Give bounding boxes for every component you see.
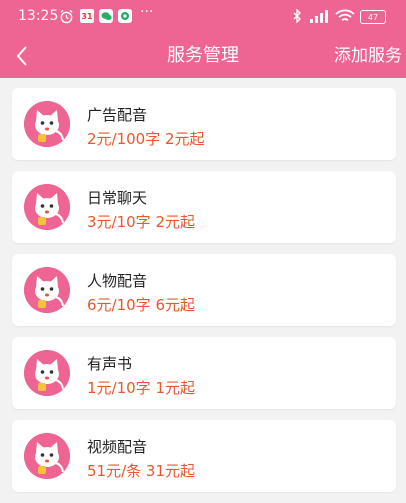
- service-list: 广告配音 2元/100字 2元起 日常聊天 3元/10字 2元起 人物配音 6元…: [12, 88, 396, 503]
- app-header: 服务管理 添加服务: [0, 34, 406, 78]
- service-price: 1元/10字 1元起: [87, 379, 195, 397]
- avatar: [24, 101, 70, 147]
- status-bar: 13:25 31 ··· 47: [0, 0, 406, 34]
- bluetooth-icon: [291, 9, 303, 23]
- service-price: 6元/10字 6元起: [87, 296, 195, 314]
- cat-mascot-icon: [24, 433, 70, 479]
- cat-mascot-icon: [24, 184, 70, 230]
- calendar-badge: 31: [81, 11, 93, 21]
- cat-mascot-icon: [24, 101, 70, 147]
- service-price: 2元/100字 2元起: [87, 130, 205, 148]
- service-name: 人物配音: [87, 272, 148, 290]
- cat-mascot-icon: [24, 267, 70, 313]
- wifi-icon: [335, 9, 355, 23]
- back-button[interactable]: [8, 42, 36, 70]
- avatar: [24, 267, 70, 313]
- status-time: 13:25: [18, 8, 59, 24]
- avatar: [24, 350, 70, 396]
- chevron-left-icon: [16, 46, 27, 66]
- alarm-clock-icon: [58, 9, 74, 23]
- battery-icon: 47: [360, 10, 386, 24]
- service-card[interactable]: 广告配音 2元/100字 2元起: [12, 88, 396, 160]
- avatar: [24, 433, 70, 479]
- service-name: 日常聊天: [87, 189, 148, 207]
- green-app-icon: [118, 9, 132, 23]
- signal-icon: [309, 9, 331, 23]
- cat-mascot-icon: [24, 350, 70, 396]
- service-card[interactable]: 日常聊天 3元/10字 2元起: [12, 171, 396, 243]
- service-price: 3元/10字 2元起: [87, 213, 195, 231]
- more-notifications: ···: [140, 4, 154, 20]
- wechat-icon: [99, 9, 113, 23]
- service-name: 有声书: [87, 355, 133, 373]
- battery-level: 47: [367, 12, 379, 22]
- service-name: 视频配音: [87, 438, 148, 456]
- service-card[interactable]: 有声书 1元/10字 1元起: [12, 337, 396, 409]
- service-card[interactable]: 视频配音 51元/条 31元起: [12, 420, 396, 492]
- service-card[interactable]: 人物配音 6元/10字 6元起: [12, 254, 396, 326]
- avatar: [24, 184, 70, 230]
- calendar-icon: 31: [80, 9, 94, 23]
- add-service-button[interactable]: 添加服务: [334, 34, 402, 78]
- service-price: 51元/条 31元起: [87, 462, 195, 480]
- service-name: 广告配音: [87, 106, 148, 124]
